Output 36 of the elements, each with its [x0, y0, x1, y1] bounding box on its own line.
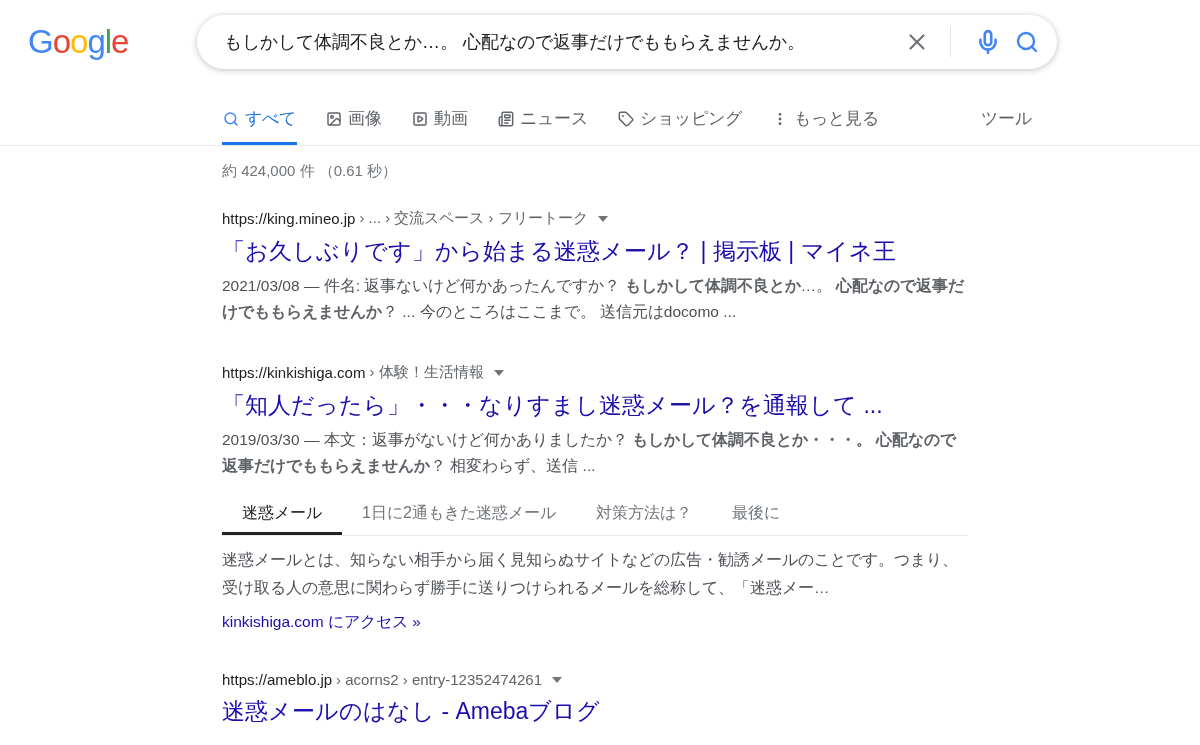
result-stats: 約 424,000 件 （0.61 秒）	[222, 162, 399, 181]
result-title-link[interactable]: 「お久しぶりです」から始まる迷惑メール？ | 掲示板 | マイネ王	[222, 236, 968, 267]
caret-icon[interactable]	[552, 676, 563, 683]
search-tab[interactable]: ニュース	[497, 107, 589, 145]
section-tab[interactable]: 迷惑メール	[222, 491, 342, 535]
result-title-link[interactable]: 迷惑メールのはなし - Amebaブログ	[222, 696, 968, 727]
google-logo[interactable]: Google	[28, 23, 197, 61]
result-snippet: 2019/03/30 — 本文：返事がないけど何かありましたか？ もしかして体調不良とか・・・。 心配なので返事だけでももらえませんか？ 相変わらず、送信 ...	[222, 430, 958, 476]
result-url: https://kinkishiga.com	[222, 364, 366, 381]
tools-button[interactable]: ツール	[981, 107, 1032, 145]
result-url: https://king.mineo.jp	[222, 210, 356, 227]
section-tab[interactable]: 最後に	[711, 491, 800, 535]
search-tab[interactable]: ショッピング	[617, 107, 743, 145]
image-icon	[326, 110, 342, 127]
result-snippet: 2021/03/08 — 件名: 返事ないけど何かあったんですか？ もしかして体調不良とか…。 心配なので返事だけでももらえませんか？ ... 今のところはここまで。 送信元はdocomo ...	[222, 276, 966, 322]
tag-icon	[618, 110, 634, 127]
search-tab[interactable]: もっと見る	[771, 107, 880, 145]
search-tab[interactable]: 画像	[325, 107, 383, 145]
result-breadcrumb: › acorns2 › entry-12352474261	[336, 671, 543, 688]
search-icon	[1015, 30, 1039, 54]
section-tab[interactable]: 1日に2通もきた迷惑メール	[342, 491, 576, 535]
newspaper-icon	[498, 110, 514, 127]
result-url: https://ameblo.jp	[222, 671, 333, 688]
search-field[interactable]: もしかして体調不良とか…。 心配なので返事だけでももらえませんか。	[197, 15, 1057, 69]
caret-icon[interactable]	[597, 215, 608, 222]
result-title-link[interactable]: 「知人だったら」・・・なりすまし迷惑メール？を通報して ...	[222, 390, 968, 421]
search-tab[interactable]: 動画	[411, 107, 469, 145]
caret-icon[interactable]	[493, 369, 504, 376]
play-icon	[412, 110, 428, 127]
search-icon	[223, 110, 239, 127]
visit-site-link[interactable]: kinkishiga.com にアクセス »	[222, 612, 421, 633]
result-breadcrumb: › ... › 交流スペース › フリートーク	[359, 209, 588, 228]
section-tab[interactable]: 対策方法は？	[575, 491, 712, 535]
search-tab[interactable]: すべて	[222, 107, 297, 145]
section-text: 迷惑メールとは、知らない相手から届く見知らぬサイトなどの広告・勧誘メールのことです。つまり、受け取る人の意思に関わらず勝手に送りつけられるメールを総称して、「迷惑メー…	[222, 550, 959, 598]
result-breadcrumb: › 体験！生活情報	[369, 363, 484, 382]
